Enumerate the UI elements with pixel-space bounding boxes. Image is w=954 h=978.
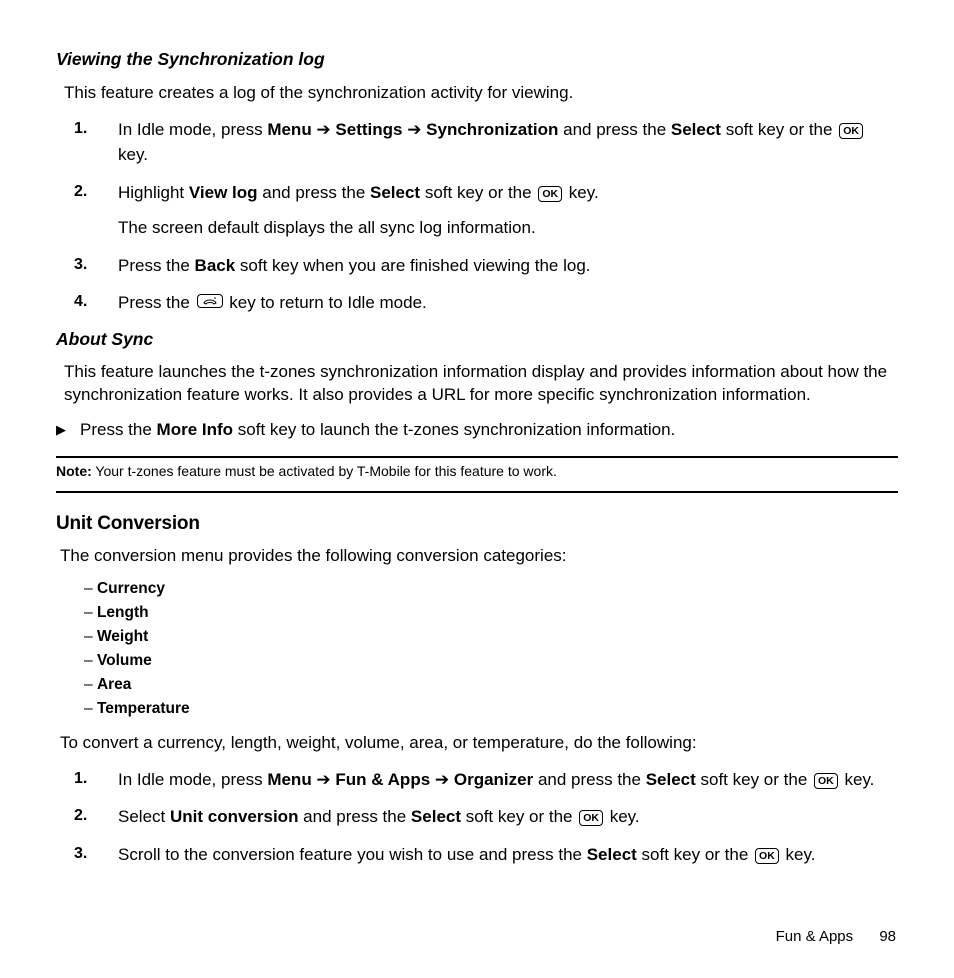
bullet-more-info: Press the More Info soft key to launch t…	[56, 419, 898, 442]
list-item: – Length	[84, 603, 898, 624]
step-2: Highlight View log and press the Select …	[74, 180, 898, 241]
step-4: Press the key to return to Idle mode.	[74, 290, 898, 316]
intro2-unit-conversion: To convert a currency, length, weight, v…	[60, 732, 898, 755]
footer-page-number: 98	[879, 928, 896, 945]
step-3: Scroll to the conversion feature you wis…	[74, 842, 898, 868]
heading-about-sync: About Sync	[56, 328, 898, 352]
note-tzones: Note: Your t-zones feature must be activ…	[56, 462, 576, 481]
list-item: – Area	[84, 675, 898, 696]
page-body: Viewing the Synchronization log This fea…	[0, 0, 954, 978]
step-1: In Idle mode, press Menu ➔ Settings ➔ Sy…	[74, 117, 898, 168]
steps-unit-conversion: In Idle mode, press Menu ➔ Fun & Apps ➔ …	[56, 767, 898, 868]
list-item: – Temperature	[84, 699, 898, 720]
heading-unit-conversion: Unit Conversion	[56, 511, 898, 537]
list-item: – Volume	[84, 651, 898, 672]
ok-key-icon: OK	[814, 773, 838, 789]
footer-section: Fun & Apps	[776, 928, 854, 945]
intro-about-sync: This feature launches the t-zones synchr…	[64, 361, 898, 407]
ok-key-icon: OK	[579, 810, 603, 826]
note-rule-bottom	[56, 491, 898, 493]
note-rule-top	[56, 456, 898, 458]
step-3: Press the Back soft key when you are fin…	[74, 253, 898, 279]
ok-key-icon: OK	[538, 186, 562, 202]
step-2: Select Unit conversion and press the Sel…	[74, 804, 898, 830]
intro-unit-conversion: The conversion menu provides the followi…	[60, 545, 898, 568]
intro-sync-log: This feature creates a log of the synchr…	[64, 82, 898, 105]
ok-key-icon: OK	[839, 123, 863, 139]
step-2-sub: The screen default displays the all sync…	[118, 215, 898, 241]
page-footer: Fun & Apps 98	[56, 927, 898, 947]
steps-sync-log: In Idle mode, press Menu ➔ Settings ➔ Sy…	[56, 117, 898, 316]
end-call-key-icon	[197, 294, 223, 308]
step-1: In Idle mode, press Menu ➔ Fun & Apps ➔ …	[74, 767, 898, 793]
list-item: – Weight	[84, 627, 898, 648]
category-list: – Currency – Length – Weight – Volume – …	[84, 579, 898, 720]
list-item: – Currency	[84, 579, 898, 600]
ok-key-icon: OK	[755, 848, 779, 864]
heading-sync-log: Viewing the Synchronization log	[56, 48, 898, 72]
